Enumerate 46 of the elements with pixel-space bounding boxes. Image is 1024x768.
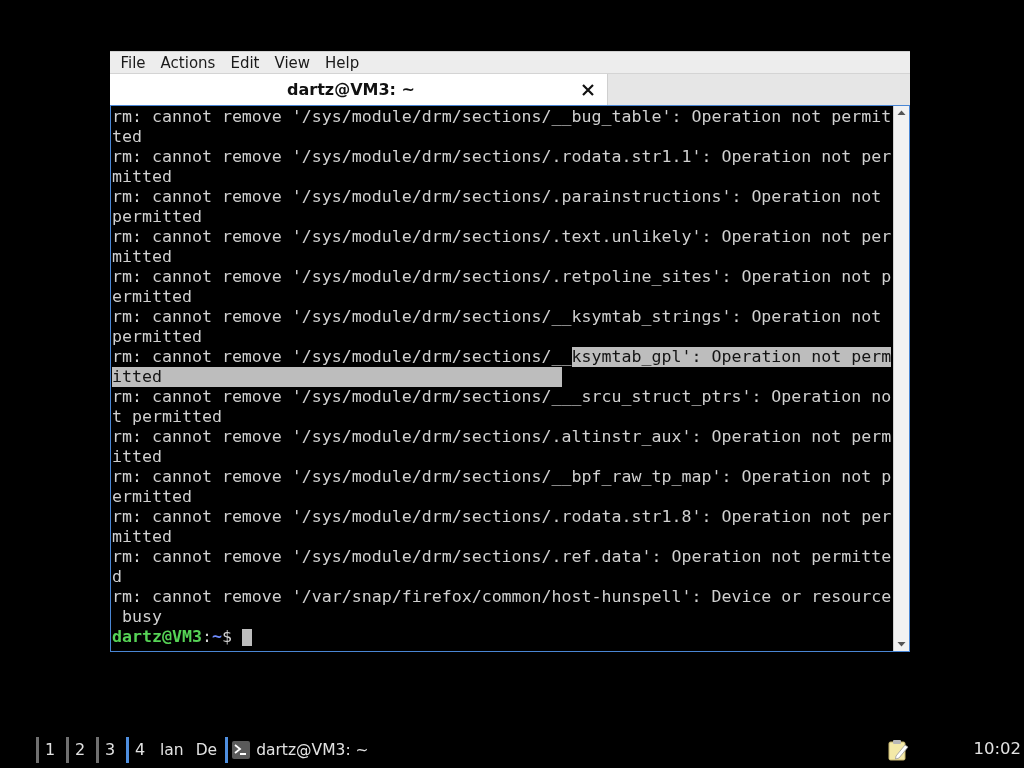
terminal-text: rm: cannot remove '/sys/module/drm/sections/.rodata.str1.1': Operation not per: [112, 147, 892, 167]
terminal-text: d: [112, 567, 122, 587]
terminal-text: t permitted: [112, 407, 222, 427]
workspace-button[interactable]: 2: [66, 736, 96, 763]
terminal-text: rm: cannot remove '/sys/module/drm/sections/.parainstructions': Operation not: [112, 187, 882, 207]
terminal-text: ted: [112, 127, 142, 147]
menu-item[interactable]: Actions: [153, 52, 223, 73]
terminal-text: ermitted: [112, 487, 192, 507]
terminal-text: rm: cannot remove '/sys/module/drm/sections/.text.unlikely': Operation not per: [112, 227, 892, 247]
menu-item[interactable]: Edit: [222, 52, 267, 73]
terminal-text: rm: cannot remove '/sys/module/drm/sections/.ref.data': Operation not permitte: [112, 547, 892, 567]
terminal-text: rm: cannot remove '/sys/module/drm/sections/__bpf_raw_tp_map': Operation not p: [112, 467, 892, 487]
terminal-text: rm: cannot remove '/sys/module/drm/sections/.altinstr_aux': Operation not perm: [112, 427, 892, 447]
task-button[interactable]: lan: [156, 736, 192, 763]
terminal-text: mitted: [112, 527, 172, 547]
terminal-text: mitted: [112, 167, 172, 187]
task-button[interactable]: De: [191, 736, 226, 763]
task-button[interactable]: dartz@VM3: ~: [225, 736, 377, 763]
terminal-text: permitted: [112, 207, 202, 227]
workspace-button[interactable]: 3: [96, 736, 126, 763]
shell-prompt: dartz@VM3:~$: [112, 627, 232, 647]
menu-item[interactable]: File: [113, 52, 154, 73]
terminal-text: rm: cannot remove '/sys/module/drm/sections/.retpoline_sites': Operation not p: [112, 267, 892, 287]
notepad-icon[interactable]: [888, 738, 910, 761]
workspace-button[interactable]: 1: [36, 736, 66, 763]
terminal-text: ermitted: [112, 287, 192, 307]
terminal-icon: [232, 740, 251, 759]
scrollbar-track[interactable]: [893, 106, 909, 651]
cursor-icon: [241, 628, 252, 646]
menu-item[interactable]: View: [266, 52, 318, 73]
terminal-text: mitted: [112, 247, 172, 267]
terminal-text: busy: [121, 607, 162, 627]
close-icon[interactable]: [582, 83, 594, 96]
terminal-text: rm: cannot remove '/sys/module/drm/sections/__: [112, 347, 572, 367]
clock: 10:02: [973, 738, 1021, 761]
terminal-text: rm: cannot remove '/sys/module/drm/sections/___srcu_struct_ptrs': Operation no: [112, 387, 892, 407]
terminal-tab[interactable]: dartz@VM3: ~: [110, 74, 608, 105]
terminal-text: rm: cannot remove '/sys/module/drm/sections/__ksymtab_strings': Operation not: [112, 307, 882, 327]
selected-text: itted: [112, 367, 562, 387]
terminal-text: rm: cannot remove '/sys/module/drm/sections/__bug_table': Operation not permit: [112, 107, 892, 127]
menu-item[interactable]: Help: [317, 52, 367, 73]
terminal-text: permitted: [112, 327, 202, 347]
terminal-text: itted: [112, 447, 162, 467]
terminal-text: rm: cannot remove '/sys/module/drm/sections/.rodata.str1.8': Operation not per: [112, 507, 892, 527]
terminal-text: rm: cannot remove '/var/snap/firefox/common/host-hunspell': Device or resource: [112, 587, 892, 607]
workspace-button[interactable]: 4: [126, 736, 156, 763]
